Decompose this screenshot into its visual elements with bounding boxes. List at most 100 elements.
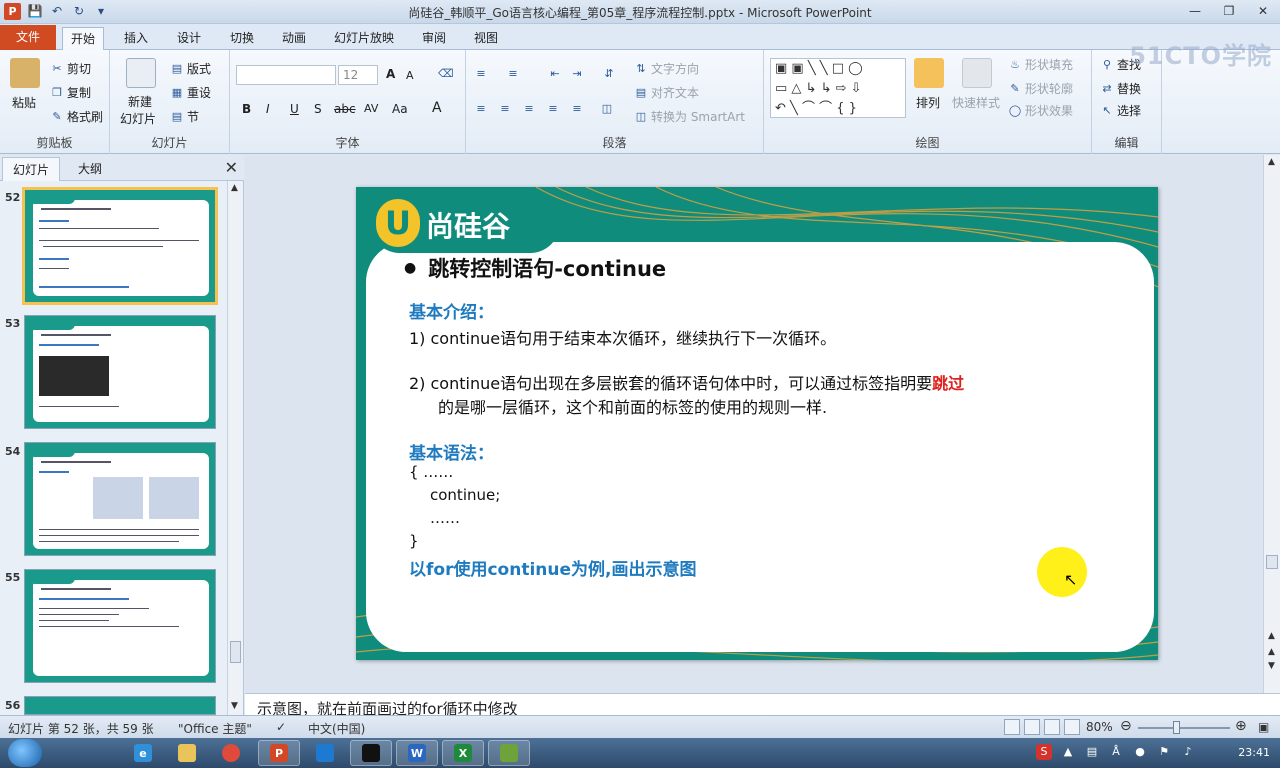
tab-outline[interactable]: 大纲 [68,157,112,181]
increase-indent-button[interactable]: ⇥ [570,67,584,81]
shape-effects-button[interactable]: ◯ 形状效果 [1008,102,1073,119]
shape-fill-button[interactable]: ♨ 形状填充 [1008,56,1073,73]
tab-view[interactable]: 视图 [466,27,506,50]
slide-thumbnail[interactable] [24,696,216,715]
notes-pane[interactable]: 示意图，就在前面画过的for循环中修改 [245,693,1280,715]
tab-review[interactable]: 审阅 [414,27,454,50]
slide-thumbnail[interactable] [24,442,216,556]
close-icon[interactable]: ✕ [1252,1,1274,21]
app-tray-icon[interactable]: ● [1132,744,1148,760]
language[interactable]: 中文(中国) [308,720,365,737]
taskbar-vscode[interactable] [304,740,346,766]
new-slide-dropdown[interactable]: 幻灯片 [120,110,156,127]
restore-icon[interactable]: ❐ [1218,1,1240,21]
paste-button[interactable]: 粘贴 [12,94,36,111]
underline-button[interactable]: U [290,102,299,116]
text-direction-button[interactable]: ⇅ 文字方向 [634,60,699,77]
zoom-slider[interactable] [1138,727,1230,729]
font-color-button[interactable]: A [432,100,442,116]
tab-slideshow[interactable]: 幻灯片放映 [326,27,402,50]
bluetooth-icon[interactable]: Å [1108,744,1124,760]
line-spacing-button[interactable]: ⇵ [602,67,616,81]
reading-view-icon[interactable] [1044,719,1060,735]
show-hidden-icon[interactable]: ▲ [1060,744,1076,760]
scrollbar-thumb[interactable] [1266,555,1278,569]
layout-button[interactable]: ▤ 版式 [170,60,211,77]
taskbar-powerpoint[interactable]: P [258,740,300,766]
arrange-icon[interactable] [914,58,944,88]
bullets-button[interactable]: ≡ [474,67,488,81]
scroll-up-icon[interactable]: ▲ [1268,631,1275,641]
slide-scrollbar[interactable]: ▲ ▲ ▲ ▼ [1263,155,1280,693]
shadow-button[interactable]: S [314,102,322,116]
normal-view-icon[interactable] [1004,719,1020,735]
zoom-level[interactable]: 80% [1086,720,1113,734]
cut-button[interactable]: ✂ 剪切 [50,60,91,77]
zoom-slider-knob[interactable] [1173,721,1180,734]
clear-format-button[interactable]: ⌫ [438,67,454,81]
decrease-indent-button[interactable]: ⇤ [548,67,562,81]
tab-file[interactable]: 文件 [0,25,56,50]
slide-thumbnail[interactable] [22,187,218,305]
fit-to-window-icon[interactable]: ▣ [1258,720,1269,734]
align-text-button[interactable]: ▤ 对齐文本 [634,84,699,101]
font-name-combo[interactable] [236,65,336,85]
tab-design[interactable]: 设计 [169,27,209,50]
smartart-button[interactable]: ◫ 转换为 SmartArt [634,108,745,125]
format-painter-button[interactable]: ✎ 格式刷 [50,108,103,125]
panel-scrollbar[interactable]: ▲ ▼ [227,181,243,715]
scroll-up-icon[interactable]: ▲ [1268,157,1275,167]
arrange-button[interactable]: 排列 [916,94,940,111]
quick-styles-button[interactable]: 快速样式 [952,94,1000,111]
clock[interactable]: 23:41 [1238,746,1270,759]
previous-slide-icon[interactable]: ▲ [1268,647,1275,657]
bold-button[interactable]: B [242,102,251,116]
tab-transitions[interactable]: 切换 [222,27,262,50]
scrollbar-thumb[interactable] [230,641,241,663]
select-button[interactable]: ↖ 选择 [1100,102,1141,119]
shapes-gallery[interactable]: ▣ ▣ ╲ ╲ □ ◯ ▭ △ ↳ ↳ ⇨ ⇩ ↶ ╲ ⌒ ⌒ { } [770,58,906,118]
zoom-out-icon[interactable]: ⊖ [1120,718,1132,734]
align-center-button[interactable]: ≡ [498,102,512,116]
char-spacing-button[interactable]: AV [364,102,378,115]
new-slide-button[interactable]: 新建 [128,93,152,110]
paste-icon[interactable] [10,58,40,88]
start-button-icon[interactable] [8,739,42,767]
scroll-up-icon[interactable]: ▲ [231,183,238,193]
next-slide-icon[interactable]: ▼ [1268,661,1275,671]
taskbar-explorer[interactable] [166,740,208,766]
tab-insert[interactable]: 插入 [116,27,156,50]
justify-button[interactable]: ≡ [546,102,560,116]
font-size-combo[interactable]: 12 [338,65,378,85]
new-slide-icon[interactable] [126,58,156,88]
taskbar-excel[interactable]: X [442,740,484,766]
volume-icon[interactable]: ♪ [1180,744,1196,760]
taskbar-chrome[interactable] [210,740,252,766]
numbering-button[interactable]: ≡ [506,67,520,81]
reset-button[interactable]: ▦ 重设 [170,84,211,101]
slide-thumbnail[interactable] [24,569,216,683]
tab-animations[interactable]: 动画 [274,27,314,50]
copy-button[interactable]: ❐ 复制 [50,84,91,101]
replace-button[interactable]: ⇄ 替换 [1100,80,1141,97]
tab-slides[interactable]: 幻灯片 [2,157,61,181]
align-right-button[interactable]: ≡ [522,102,536,116]
align-left-button[interactable]: ≡ [474,102,488,116]
change-case-button[interactable]: Aa [392,102,408,116]
flag-icon[interactable]: ⚑ [1156,744,1172,760]
grow-font-button[interactable]: A [386,67,395,81]
distributed-button[interactable]: ≡ [570,102,584,116]
network-icon[interactable]: ▤ [1084,744,1100,760]
section-button[interactable]: ▤ 节 [170,108,199,125]
quick-styles-icon[interactable] [962,58,992,88]
zoom-in-icon[interactable]: ⊕ [1235,718,1247,734]
slideshow-view-icon[interactable] [1064,719,1080,735]
taskbar-cmd[interactable] [350,740,392,766]
taskbar-ie[interactable]: e [122,740,164,766]
tab-home[interactable]: 开始 [62,27,105,51]
taskbar-app[interactable] [488,740,530,766]
shape-outline-button[interactable]: ✎ 形状轮廓 [1008,80,1073,97]
slide-sorter-view-icon[interactable] [1024,719,1040,735]
slide-canvas[interactable]: U 尚硅谷 ● 跳转控制语句-continue 基本介绍： 1) continu… [356,187,1158,660]
columns-button[interactable]: ◫ [600,102,614,116]
